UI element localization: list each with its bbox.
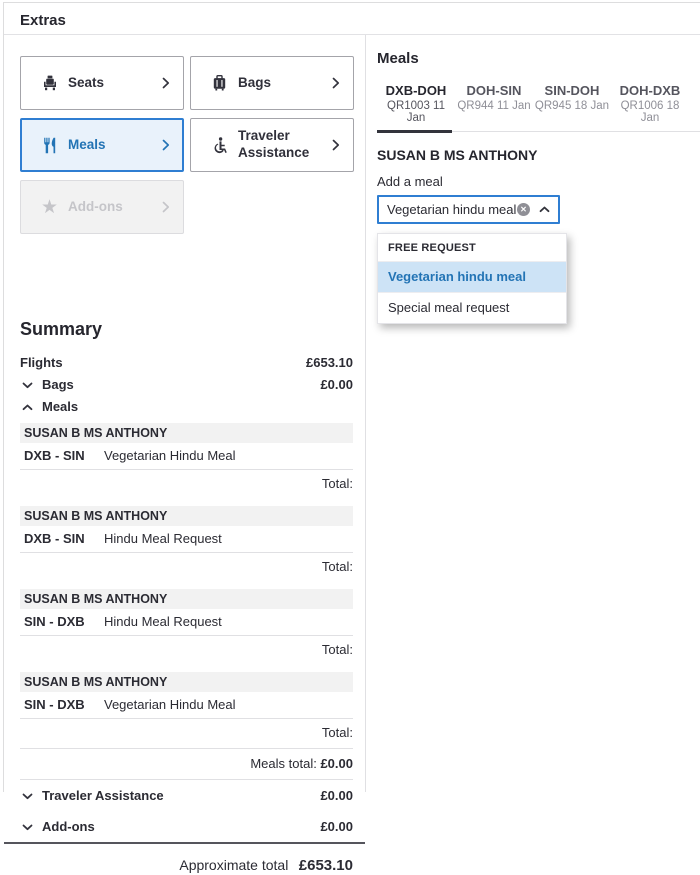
- fork-knife-icon: [41, 137, 58, 154]
- chevron-right-icon: [332, 77, 340, 89]
- meals-panel: Meals DXB-DOH QR1003 11 Jan DOH-SIN QR94…: [366, 35, 700, 792]
- tab-dxb-doh[interactable]: DXB-DOH QR1003 11 Jan: [377, 81, 455, 131]
- summary-traveler-assistance-row[interactable]: Traveler Assistance £0.00: [20, 780, 353, 811]
- flights-value: £653.10: [306, 355, 353, 370]
- meal-summary-item: SUSAN B MS ANTHONY SIN - DXB Vegetarian …: [20, 672, 353, 749]
- extras-options: Seats: [20, 56, 353, 234]
- meals-summary-label: Meals: [42, 399, 78, 414]
- meal-name: Vegetarian Hindu Meal: [104, 697, 236, 712]
- dropdown-group-header: FREE REQUEST: [378, 234, 566, 262]
- page-header: Extras: [4, 3, 700, 35]
- meal-summary-item: SUSAN B MS ANTHONY SIN - DXB Hindu Meal …: [20, 589, 353, 666]
- traveler-assistance-summary-label: Traveler Assistance: [42, 788, 164, 803]
- passenger-name-bar: SUSAN B MS ANTHONY: [20, 506, 353, 526]
- wheelchair-icon: [211, 137, 228, 154]
- tab-route: DOH-DXB: [611, 83, 689, 98]
- clear-icon[interactable]: ✕: [517, 203, 530, 216]
- meals-panel-title: Meals: [377, 50, 700, 67]
- tab-route: SIN-DOH: [533, 83, 611, 98]
- meal-name: Hindu Meal Request: [104, 614, 222, 629]
- tab-flight: QR945 18 Jan: [533, 100, 611, 112]
- summary-flights-row: Flights £653.10: [20, 355, 353, 373]
- summary-meals-row[interactable]: Meals: [20, 395, 353, 417]
- meals-total-label: Meals total:: [250, 756, 316, 771]
- add-ons-button: ★ Add-ons: [20, 180, 184, 234]
- meals-total-value: £0.00: [320, 756, 353, 771]
- tab-doh-dxb[interactable]: DOH-DXB QR1006 18 Jan: [611, 81, 689, 131]
- summary-section: Summary Flights £653.10 Bags £0.00: [20, 319, 353, 842]
- bags-summary-label: Bags: [42, 377, 74, 392]
- tab-doh-sin[interactable]: DOH-SIN QR944 11 Jan: [455, 81, 533, 131]
- tab-flight: QR1003 11 Jan: [377, 100, 455, 124]
- meal-summary-item: SUSAN B MS ANTHONY DXB - SIN Vegetarian …: [20, 423, 353, 500]
- traveler-assistance-button[interactable]: Traveler Assistance: [190, 118, 354, 172]
- passenger-name-bar: SUSAN B MS ANTHONY: [20, 589, 353, 609]
- summary-title: Summary: [20, 319, 353, 340]
- add-ons-summary-value: £0.00: [320, 819, 353, 834]
- bags-summary-value: £0.00: [320, 377, 353, 392]
- meal-name: Vegetarian Hindu Meal: [104, 448, 236, 463]
- meal-select[interactable]: Vegetarian hindu meal ✕: [377, 195, 560, 224]
- meal-name: Hindu Meal Request: [104, 531, 222, 546]
- passenger-name-bar: SUSAN B MS ANTHONY: [20, 423, 353, 443]
- bag-icon: [211, 75, 228, 92]
- add-ons-label: Add-ons: [68, 199, 123, 216]
- total-label: Total:: [20, 470, 353, 500]
- approximate-total-value: £653.10: [299, 857, 353, 874]
- total-label: Total:: [20, 636, 353, 666]
- add-a-meal-label: Add a meal: [377, 174, 700, 189]
- bags-label: Bags: [238, 75, 271, 92]
- add-ons-summary-label: Add-ons: [42, 819, 95, 834]
- route-label: DXB - SIN: [24, 448, 104, 463]
- page-title: Extras: [20, 12, 680, 29]
- summary-bags-row[interactable]: Bags £0.00: [20, 373, 353, 395]
- flight-tabs: DXB-DOH QR1003 11 Jan DOH-SIN QR944 11 J…: [377, 81, 700, 132]
- meals-label: Meals: [68, 137, 106, 154]
- route-label: SIN - DXB: [24, 614, 104, 629]
- chevron-right-icon: [162, 139, 170, 151]
- bags-button[interactable]: Bags: [190, 56, 354, 110]
- star-icon: ★: [41, 199, 58, 216]
- chevron-up-icon: [539, 206, 550, 213]
- flights-label: Flights: [20, 355, 63, 370]
- tab-sin-doh[interactable]: SIN-DOH QR945 18 Jan: [533, 81, 611, 131]
- total-label: Total:: [20, 553, 353, 583]
- total-label: Total:: [20, 719, 353, 749]
- seats-label: Seats: [68, 75, 104, 92]
- chevron-right-icon: [332, 139, 340, 151]
- route-label: DXB - SIN: [24, 531, 104, 546]
- chevron-down-icon: [22, 824, 33, 831]
- passenger-name: SUSAN B MS ANTHONY: [377, 147, 700, 163]
- traveler-assistance-summary-value: £0.00: [320, 788, 353, 803]
- meals-button[interactable]: Meals: [20, 118, 184, 172]
- tab-flight: QR1006 18 Jan: [611, 100, 689, 124]
- chevron-right-icon: [162, 77, 170, 89]
- chevron-down-icon: [22, 382, 33, 389]
- approximate-total-bar: Approximate total £653.10: [4, 842, 365, 875]
- tab-route: DOH-SIN: [455, 83, 533, 98]
- meals-total-row: Meals total: £0.00: [20, 748, 353, 780]
- passenger-name-bar: SUSAN B MS ANTHONY: [20, 672, 353, 692]
- tab-flight: QR944 11 Jan: [455, 100, 533, 112]
- extras-page: Extras: [3, 2, 700, 792]
- meal-select-value: Vegetarian hindu meal: [387, 202, 516, 217]
- approximate-total-label: Approximate total: [179, 857, 288, 873]
- chevron-up-icon: [22, 404, 33, 411]
- left-column: Seats: [4, 35, 366, 792]
- meal-summary-item: SUSAN B MS ANTHONY DXB - SIN Hindu Meal …: [20, 506, 353, 583]
- chevron-down-icon: [22, 793, 33, 800]
- meal-dropdown: FREE REQUEST Vegetarian hindu meal Speci…: [377, 233, 567, 324]
- summary-add-ons-row[interactable]: Add-ons £0.00: [20, 811, 353, 842]
- seats-button[interactable]: Seats: [20, 56, 184, 110]
- route-label: SIN - DXB: [24, 697, 104, 712]
- traveler-assistance-label: Traveler Assistance: [238, 128, 332, 162]
- chevron-right-icon: [162, 201, 170, 213]
- seat-icon: [41, 75, 58, 92]
- dropdown-option-vegetarian-hindu-meal[interactable]: Vegetarian hindu meal: [378, 262, 566, 292]
- tab-route: DXB-DOH: [377, 83, 455, 98]
- dropdown-option-special-meal-request[interactable]: Special meal request: [378, 292, 566, 323]
